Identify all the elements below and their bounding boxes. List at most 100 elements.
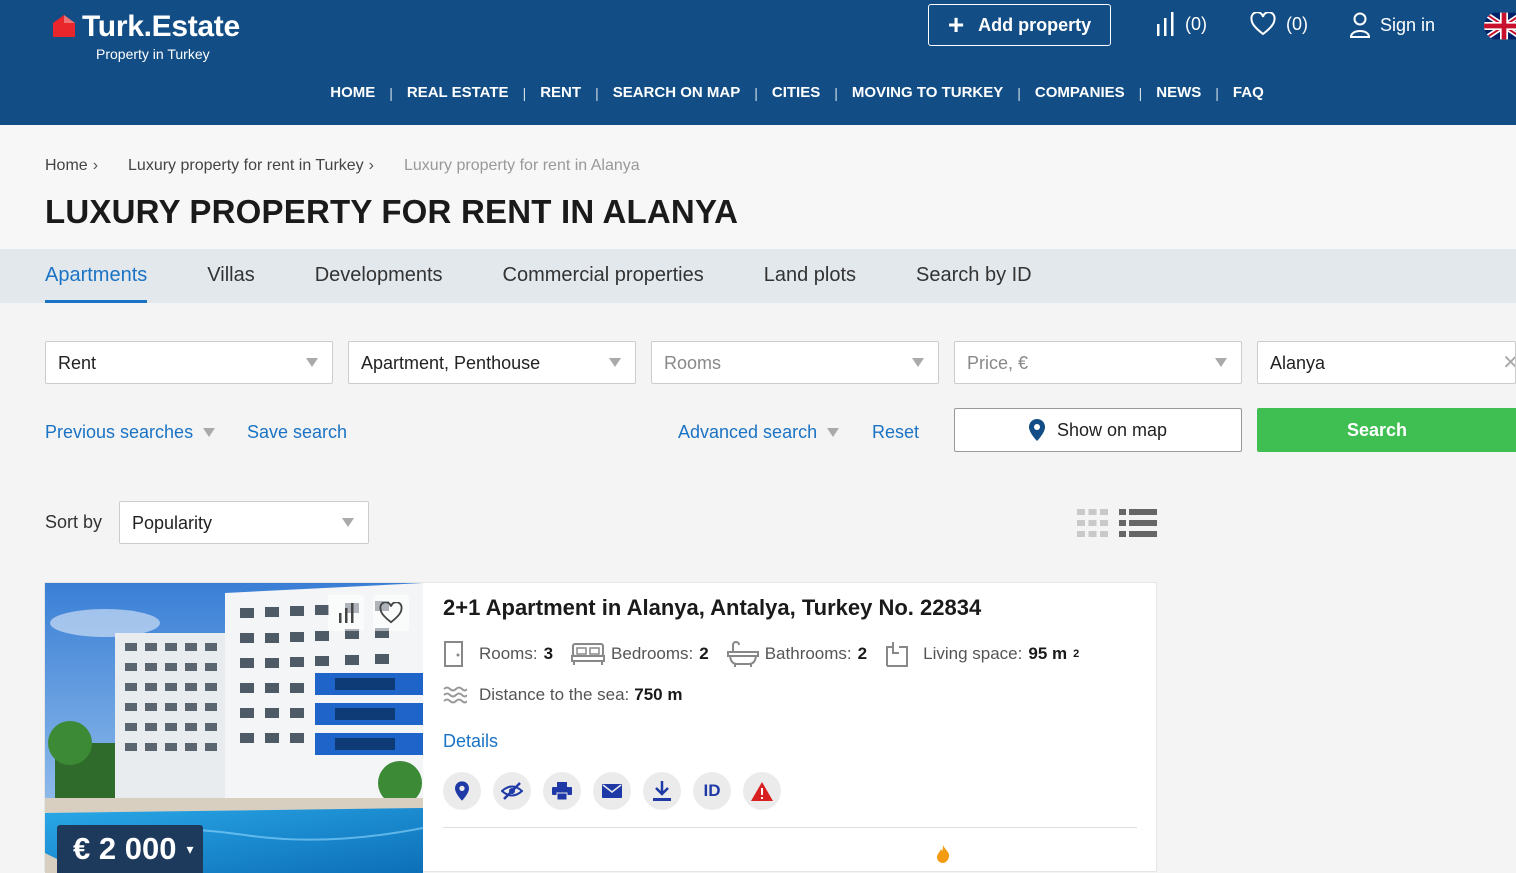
show-on-map-label: Show on map xyxy=(1056,419,1168,440)
nav-label: CITIES xyxy=(771,84,821,101)
nav-label: SEARCH ON MAP xyxy=(612,84,741,101)
location-input[interactable]: Alanya ✕ xyxy=(1257,341,1516,384)
chevron-down-icon xyxy=(912,358,924,367)
details-link[interactable]: Details xyxy=(443,731,498,752)
bathtub-icon xyxy=(726,641,759,667)
rooms-label: Rooms: xyxy=(479,644,538,663)
hide-listing-button[interactable] xyxy=(493,772,531,810)
site-header: Turk.Estate Property in Turkey + Add pro… xyxy=(0,0,1516,125)
email-button[interactable] xyxy=(593,772,631,810)
nav-label: NEWS xyxy=(1156,84,1202,101)
download-icon xyxy=(653,781,671,801)
printer-icon xyxy=(552,782,572,800)
living-space-unit-sup: 2 xyxy=(1073,648,1080,660)
chevron-down-icon xyxy=(306,358,318,367)
envelope-icon xyxy=(602,784,622,798)
spec-bathrooms: Bathrooms: 2 xyxy=(726,641,867,667)
waves-icon xyxy=(443,686,467,704)
search-button[interactable]: Search xyxy=(1257,408,1516,452)
chevron-down-icon xyxy=(827,428,840,437)
location-button[interactable] xyxy=(443,772,481,810)
brand-tagline: Property in Turkey xyxy=(96,46,210,62)
show-on-map-button[interactable]: Show on map xyxy=(954,408,1242,452)
chevron-down-icon xyxy=(609,358,621,367)
nav-real-estate[interactable]: REAL ESTATE | xyxy=(393,84,526,101)
listing-title[interactable]: 2+1 Apartment in Alanya, Antalya, Turkey… xyxy=(443,595,981,621)
tab-commercial[interactable]: Commercial properties xyxy=(503,249,704,303)
brand-name: Turk.Estate xyxy=(82,10,240,43)
chevron-down-icon xyxy=(1215,358,1227,367)
spec-rooms: Rooms: 3 xyxy=(443,641,553,667)
list-view-icon[interactable] xyxy=(1119,509,1157,537)
favorites-button[interactable]: (0) xyxy=(1250,12,1308,36)
add-property-button[interactable]: + Add property xyxy=(928,4,1111,46)
download-button[interactable] xyxy=(643,772,681,810)
nav-news[interactable]: NEWS | xyxy=(1142,84,1219,101)
tab-developments[interactable]: Developments xyxy=(315,249,443,303)
breadcrumb-turkey-rent[interactable]: Luxury property for rent in Turkey xyxy=(128,157,364,175)
breadcrumb-home[interactable]: Home xyxy=(45,157,88,175)
living-space-value: 95 m xyxy=(1028,644,1068,663)
bedrooms-label: Bedrooms: xyxy=(611,644,694,663)
warning-icon xyxy=(751,781,773,801)
nav-label: FAQ xyxy=(1232,84,1264,101)
nav-search-on-map[interactable]: SEARCH ON MAP | xyxy=(599,84,758,101)
uk-flag-icon[interactable] xyxy=(1484,10,1516,42)
sort-select[interactable]: Popularity xyxy=(119,501,369,544)
map-pin-icon xyxy=(455,781,469,801)
nav-separator: | xyxy=(522,84,527,101)
compare-count: (0) xyxy=(1185,13,1207,34)
nav-separator: | xyxy=(1215,84,1219,101)
heart-icon xyxy=(379,602,403,624)
rooms-value: 3 xyxy=(543,644,554,663)
advanced-search-label: Advanced search xyxy=(678,422,818,442)
nav-separator: | xyxy=(595,84,599,101)
nav-separator: | xyxy=(1017,84,1021,101)
id-button[interactable]: ID xyxy=(693,772,731,810)
compare-button[interactable]: (0) xyxy=(1155,12,1207,36)
sort-label: Sort by xyxy=(45,512,103,532)
sign-in-label: Sign in xyxy=(1380,14,1436,35)
property-type-select[interactable]: Apartment, Penthouse xyxy=(348,341,636,384)
chevron-down-icon: ▾ xyxy=(186,840,194,857)
nav-moving-to-turkey[interactable]: MOVING TO TURKEY | xyxy=(838,84,1021,101)
print-button[interactable] xyxy=(543,772,581,810)
grid-view-icon[interactable] xyxy=(1077,509,1108,537)
deal-type-select[interactable]: Rent xyxy=(45,341,333,384)
listing-card[interactable]: € 2 000 ▾ 2+1 Apartment in Alanya, Antal… xyxy=(44,582,1157,873)
listing-photo[interactable]: € 2 000 ▾ xyxy=(45,583,423,873)
nav-cities[interactable]: CITIES | xyxy=(758,84,838,101)
tab-search-by-id[interactable]: Search by ID xyxy=(916,249,1032,303)
price-select[interactable]: Price, € xyxy=(954,341,1242,384)
tab-land-plots[interactable]: Land plots xyxy=(764,249,856,303)
photo-compare-button[interactable] xyxy=(328,595,364,631)
nav-faq[interactable]: FAQ xyxy=(1219,84,1278,101)
breadcrumb-current: Luxury property for rent in Alanya xyxy=(404,157,640,174)
report-button[interactable] xyxy=(743,772,781,810)
nav-label: RENT xyxy=(540,84,582,101)
advanced-search-link[interactable]: Advanced search xyxy=(678,422,840,443)
tab-villas[interactable]: Villas xyxy=(207,249,254,303)
nav-rent[interactable]: RENT | xyxy=(526,84,598,101)
door-icon xyxy=(444,641,463,667)
map-pin-icon xyxy=(1028,419,1045,441)
previous-searches-link[interactable]: Previous searches xyxy=(45,422,216,443)
reset-label: Reset xyxy=(872,422,920,442)
price-badge[interactable]: € 2 000 ▾ xyxy=(57,825,204,873)
nav-home[interactable]: HOME | xyxy=(316,84,393,101)
rooms-select[interactable]: Rooms xyxy=(651,341,939,384)
page-title: LUXURY PROPERTY FOR RENT IN ALANYA xyxy=(45,193,739,230)
nav-companies[interactable]: COMPANIES | xyxy=(1021,84,1142,101)
add-property-label: Add property xyxy=(978,14,1092,35)
nav-label: HOME xyxy=(330,84,376,101)
sign-in-button[interactable]: Sign in xyxy=(1350,12,1435,38)
reset-link[interactable]: Reset xyxy=(872,422,919,443)
save-search-link[interactable]: Save search xyxy=(247,422,347,443)
tab-apartments[interactable]: Apartments xyxy=(45,249,148,303)
bedrooms-value: 2 xyxy=(699,644,709,663)
photo-favorite-button[interactable] xyxy=(373,595,409,631)
page-heading-area: Home › Luxury property for rent in Turke… xyxy=(0,125,1516,249)
card-divider xyxy=(443,827,1137,828)
clear-icon[interactable]: ✕ xyxy=(1502,350,1515,375)
fire-icon xyxy=(937,845,950,863)
